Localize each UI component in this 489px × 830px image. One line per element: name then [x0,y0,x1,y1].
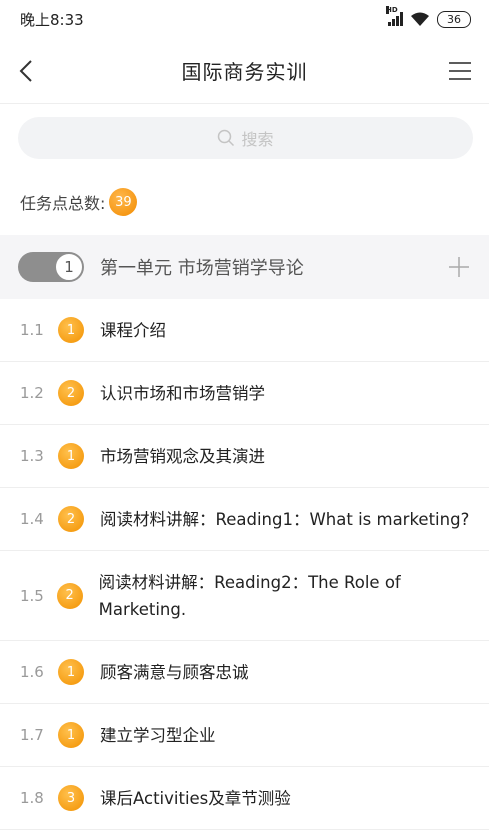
plus-icon[interactable] [447,255,471,279]
unit-toggle-knob: 1 [55,253,83,281]
lesson-item[interactable]: 1.7 1 建立学习型企业 [0,704,489,767]
task-count-badge: 1 [58,443,84,469]
menu-icon[interactable] [447,59,473,83]
lesson-number: 1.3 [20,447,44,465]
lesson-item[interactable]: 1.1 1 课程介绍 [0,299,489,362]
task-count-badge: 3 [58,785,84,811]
battery-icon: 36 [437,10,471,28]
lesson-item[interactable]: 1.5 2 阅读材料讲解：Reading2：The Role of Market… [0,551,489,641]
lesson-item[interactable]: 1.6 1 顾客满意与顾客忠诚 [0,641,489,704]
lesson-title: 建立学习型企业 [100,725,216,745]
unit-header[interactable]: 1 第一单元 市场营销学导论 [0,235,489,299]
lesson-title: 市场营销观念及其演进 [100,446,265,466]
lesson-number: 1.7 [20,726,44,744]
lesson-number: 1.6 [20,663,44,681]
lesson-title: 课程介绍 [100,320,166,340]
lesson-title: 课后Activities及章节测验 [100,788,291,808]
task-count-badge: 2 [58,506,84,532]
search-bar: 搜索 [18,117,473,159]
task-count-badge: 2 [58,380,84,406]
back-icon[interactable] [14,58,40,84]
status-time: 晚上8:33 [20,10,84,29]
search-placeholder: 搜索 [241,130,274,149]
lesson-title: 阅读材料讲解：Reading1：What is marketing? [100,509,470,529]
search-icon [218,129,235,147]
lesson-title: 顾客满意与顾客忠诚 [100,662,249,682]
lesson-item[interactable]: 1.3 1 市场营销观念及其演进 [0,425,489,488]
lesson-title: 认识市场和市场营销学 [100,383,265,403]
lesson-list: 1.1 1 课程介绍 1.2 2 认识市场和市场营销学 1.3 1 市场营销观念… [0,299,489,830]
signal-icon: HD [386,6,403,26]
lesson-number: 1.2 [20,384,44,402]
unit-title: 第一单元 市场营销学导论 [100,258,304,279]
task-count-badge: 2 [56,582,83,609]
lesson-number: 1.4 [20,510,44,528]
lesson-number: 1.8 [20,789,44,807]
task-count-badge: 1 [58,317,84,343]
lesson-number: 1.1 [20,321,44,339]
wifi-icon [411,12,429,26]
lesson-title: 阅读材料讲解：Reading2：The Role of Marketing. [98,572,401,619]
lesson-item[interactable]: 1.2 2 认识市场和市场营销学 [0,362,489,425]
task-count-badge: 1 [58,722,84,748]
task-points-label: 任务点总数: [20,194,106,213]
task-points: 任务点总数: 39 [20,188,138,216]
page-title: 国际商务实训 [181,60,308,84]
unit-toggle[interactable]: 1 [18,252,84,282]
status-icons: HD 36 [386,6,471,28]
battery-level: 36 [447,12,461,26]
search-input[interactable]: 搜索 [18,117,473,159]
lesson-number: 1.5 [20,586,44,605]
lesson-item[interactable]: 1.8 3 课后Activities及章节测验 [0,767,489,830]
lesson-item[interactable]: 1.4 2 阅读材料讲解：Reading1：What is marketing? [0,488,489,551]
task-count-badge: 1 [58,659,84,685]
task-points-badge: 39 [109,188,138,216]
network-label: HD [386,6,398,14]
status-bar: 晚上8:33 HD 36 [0,0,489,38]
navbar: 国际商务实训 [0,38,489,104]
